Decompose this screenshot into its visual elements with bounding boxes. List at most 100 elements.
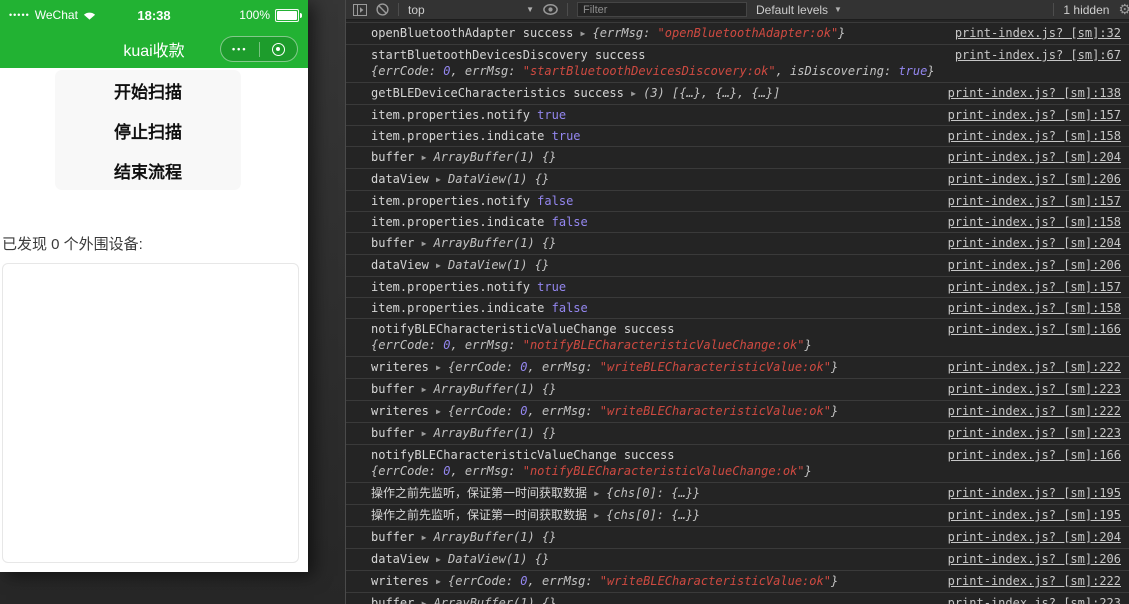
console-settings-gear-icon[interactable]: ⚙: [1118, 1, 1129, 18]
source-link[interactable]: print-index.js? [sm]:166: [948, 447, 1121, 463]
log-object-preview: {chs[0]: {…}}: [606, 486, 701, 500]
log-levels-select[interactable]: Default levels ▼: [756, 3, 842, 17]
phone-screen: ••••• WeChat 18:38 100% kuai收款 ••• 开始扫描 …: [0, 0, 308, 572]
log-primitive-value: false: [551, 215, 588, 229]
log-object-preview: {errMsg:: [592, 26, 658, 40]
source-link[interactable]: print-index.js? [sm]:195: [948, 507, 1121, 523]
log-object-preview: {errCode:: [371, 64, 444, 78]
log-string-value: "openBluetoothAdapter:ok": [657, 26, 839, 40]
log-message: buffer ArrayBuffer(1) {}: [371, 235, 936, 252]
devtools-console: top ▼ Default levels ▼ 1 hidden ⚙ openBl…: [345, 0, 1129, 604]
log-text: writeres: [371, 404, 437, 418]
source-link[interactable]: print-index.js? [sm]:138: [948, 85, 1121, 101]
execution-context-select[interactable]: top ▼: [408, 3, 534, 17]
log-message: notifyBLECharacteristicValueChange succe…: [371, 321, 936, 354]
filter-input[interactable]: [577, 2, 747, 17]
source-link[interactable]: print-index.js? [sm]:204: [948, 235, 1121, 251]
source-link[interactable]: print-index.js? [sm]:223: [948, 595, 1121, 604]
source-link[interactable]: print-index.js? [sm]:206: [948, 171, 1121, 187]
log-object-preview: , errMsg:: [450, 64, 523, 78]
log-message: 操作之前先监听，保证第一时间获取数据 {chs[0]: {…}}: [371, 485, 936, 502]
source-link[interactable]: print-index.js? [sm]:158: [948, 300, 1121, 316]
expand-triangle-icon[interactable]: [436, 551, 448, 568]
log-object-preview: DataView(1) {}: [448, 172, 550, 186]
log-object-preview: }: [830, 360, 839, 374]
toolbar-divider: [1053, 3, 1055, 16]
log-message: notifyBLECharacteristicValueChange succe…: [371, 447, 936, 480]
stop-scan-button[interactable]: 停止扫描: [55, 110, 241, 150]
action-button-group: 开始扫描 停止扫描 结束流程: [55, 70, 241, 190]
source-link[interactable]: print-index.js? [sm]:67: [955, 47, 1121, 63]
log-primitive-value: 0: [520, 360, 528, 374]
source-link[interactable]: print-index.js? [sm]:157: [948, 107, 1121, 123]
log-text: dataView: [371, 172, 437, 186]
more-menu-button[interactable]: •••: [221, 37, 259, 61]
source-link[interactable]: print-index.js? [sm]:158: [948, 214, 1121, 230]
expand-triangle-icon[interactable]: [436, 171, 448, 188]
expand-triangle-icon[interactable]: [422, 425, 434, 442]
source-link[interactable]: print-index.js? [sm]:206: [948, 257, 1121, 273]
console-log-row: item.properties.indicate false print-inde…: [346, 297, 1129, 318]
log-text: buffer: [371, 382, 422, 396]
end-process-button[interactable]: 结束流程: [55, 150, 241, 190]
expand-triangle-icon[interactable]: [422, 149, 434, 166]
console-log-row: dataView DataView(1) {} print-index.js? […: [346, 168, 1129, 190]
log-object-preview: {errCode:: [371, 338, 444, 352]
source-link[interactable]: print-index.js? [sm]:206: [948, 551, 1121, 567]
source-link[interactable]: print-index.js? [sm]:157: [948, 193, 1121, 209]
expand-triangle-icon[interactable]: [631, 85, 643, 102]
expand-triangle-icon[interactable]: [594, 507, 606, 524]
source-link[interactable]: print-index.js? [sm]:157: [948, 279, 1121, 295]
source-link[interactable]: print-index.js? [sm]:222: [948, 573, 1121, 589]
source-link[interactable]: print-index.js? [sm]:166: [948, 321, 1121, 337]
log-string-value: "notifyBLECharacteristicValueChange:ok": [522, 464, 805, 478]
log-string-value: "writeBLECharacteristicValue:ok": [599, 404, 831, 418]
devices-found-label: 已发现 0 个外围设备:: [2, 236, 143, 253]
live-expression-eye-icon[interactable]: [543, 4, 558, 15]
log-primitive-value: true: [551, 129, 581, 143]
start-scan-button[interactable]: 开始扫描: [55, 70, 241, 110]
log-text: openBluetoothAdapter success: [371, 26, 581, 40]
log-text: buffer: [371, 596, 422, 604]
log-text: 操作之前先监听，保证第一时间获取数据: [371, 508, 595, 522]
exit-miniprogram-button[interactable]: [260, 37, 298, 61]
expand-triangle-icon[interactable]: [422, 529, 434, 546]
log-text: dataView: [371, 258, 437, 272]
source-link[interactable]: print-index.js? [sm]:158: [948, 128, 1121, 144]
log-text: item.properties.indicate: [371, 129, 552, 143]
source-link[interactable]: print-index.js? [sm]:32: [955, 25, 1121, 41]
expand-triangle-icon[interactable]: [422, 381, 434, 398]
log-text: item.properties.notify: [371, 194, 538, 208]
console-sidebar-toggle-icon[interactable]: [353, 3, 367, 16]
clear-console-icon[interactable]: [376, 3, 389, 16]
log-string-value: "notifyBLECharacteristicValueChange:ok": [522, 338, 805, 352]
expand-triangle-icon[interactable]: [422, 595, 434, 604]
nav-bar: kuai收款 •••: [0, 30, 308, 68]
source-link[interactable]: print-index.js? [sm]:204: [948, 529, 1121, 545]
expand-triangle-icon[interactable]: [436, 403, 448, 420]
log-message: item.properties.notify true: [371, 279, 936, 295]
expand-triangle-icon[interactable]: [436, 257, 448, 274]
log-object-preview: }: [804, 338, 812, 352]
log-message: getBLEDeviceCharacteristics success (3) …: [371, 85, 936, 102]
console-log-row: writeres {errCode: 0, errMsg: "writeBLEC…: [346, 400, 1129, 422]
log-string-value: "writeBLECharacteristicValue:ok": [599, 574, 831, 588]
source-link[interactable]: print-index.js? [sm]:222: [948, 403, 1121, 419]
expand-triangle-icon[interactable]: [594, 485, 606, 502]
expand-triangle-icon[interactable]: [422, 235, 434, 252]
expand-triangle-icon[interactable]: [581, 25, 593, 42]
expand-triangle-icon[interactable]: [436, 359, 448, 376]
log-object-preview: }: [838, 26, 846, 40]
log-text: getBLEDeviceCharacteristics success: [371, 86, 632, 100]
source-link[interactable]: print-index.js? [sm]:195: [948, 485, 1121, 501]
console-log-row: buffer ArrayBuffer(1) {} print-index.js? …: [346, 378, 1129, 400]
log-object-preview: {errCode:: [371, 464, 444, 478]
source-link[interactable]: print-index.js? [sm]:223: [948, 381, 1121, 397]
source-link[interactable]: print-index.js? [sm]:223: [948, 425, 1121, 441]
console-log-row: buffer ArrayBuffer(1) {} print-index.js? …: [346, 232, 1129, 254]
expand-triangle-icon[interactable]: [436, 573, 448, 590]
source-link[interactable]: print-index.js? [sm]:204: [948, 149, 1121, 165]
log-object-preview: ArrayBuffer(1) {}: [433, 596, 557, 604]
source-link[interactable]: print-index.js? [sm]:222: [948, 359, 1121, 375]
log-object-preview: ArrayBuffer(1) {}: [433, 530, 557, 544]
